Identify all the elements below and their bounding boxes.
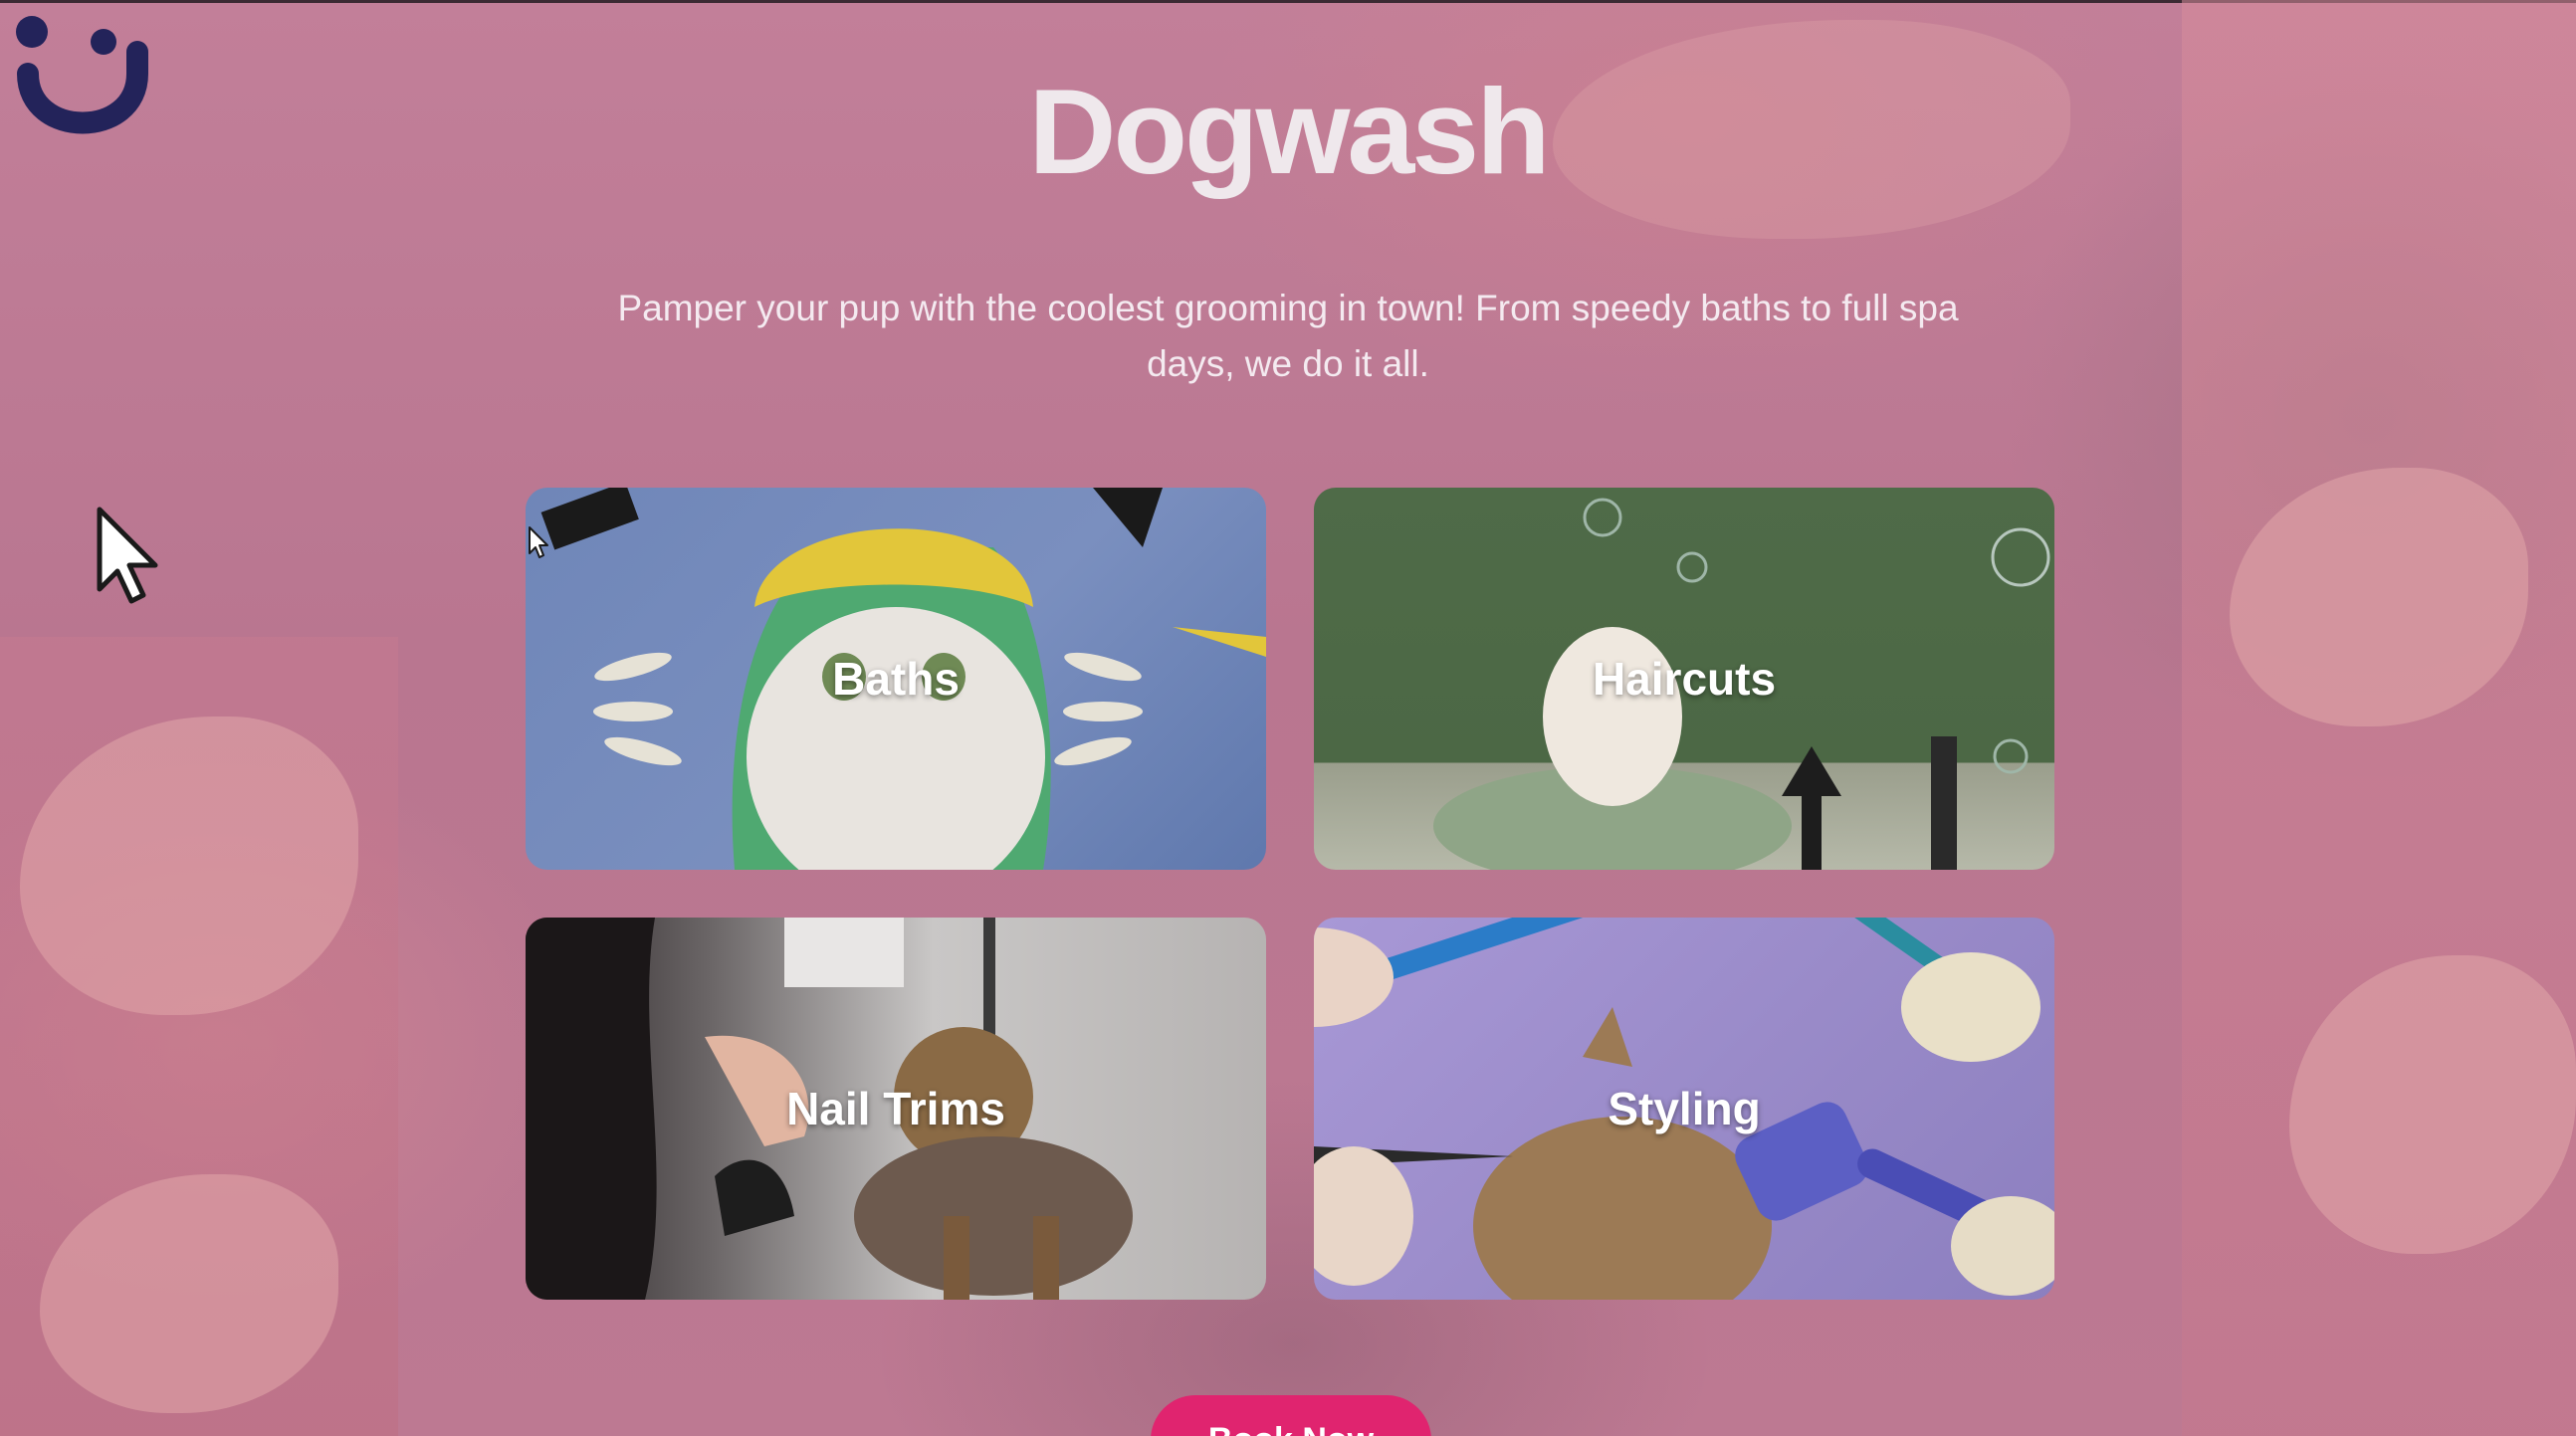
book-now-button[interactable]: Book Now [1151, 1395, 1431, 1436]
service-label: Nail Trims [786, 1083, 1005, 1134]
service-label: Baths [832, 653, 960, 705]
service-label: Haircuts [1592, 653, 1777, 705]
mouse-pointer-icon [529, 526, 548, 558]
page-title: Dogwash [1028, 64, 1550, 199]
mouse-pointer-icon [97, 507, 158, 604]
service-label: Styling [1608, 1083, 1761, 1134]
service-card-nail-trims[interactable]: Nail Trims [526, 918, 1266, 1300]
page: Dogwash Pamper your pup with the coolest… [0, 0, 2576, 1436]
page-tagline: Pamper your pup with the coolest groomin… [617, 288, 1959, 384]
service-card-haircuts[interactable]: Haircuts [1314, 488, 2054, 870]
service-card-baths[interactable]: Baths [526, 488, 1266, 870]
service-card-styling[interactable]: Styling [1314, 918, 2054, 1300]
